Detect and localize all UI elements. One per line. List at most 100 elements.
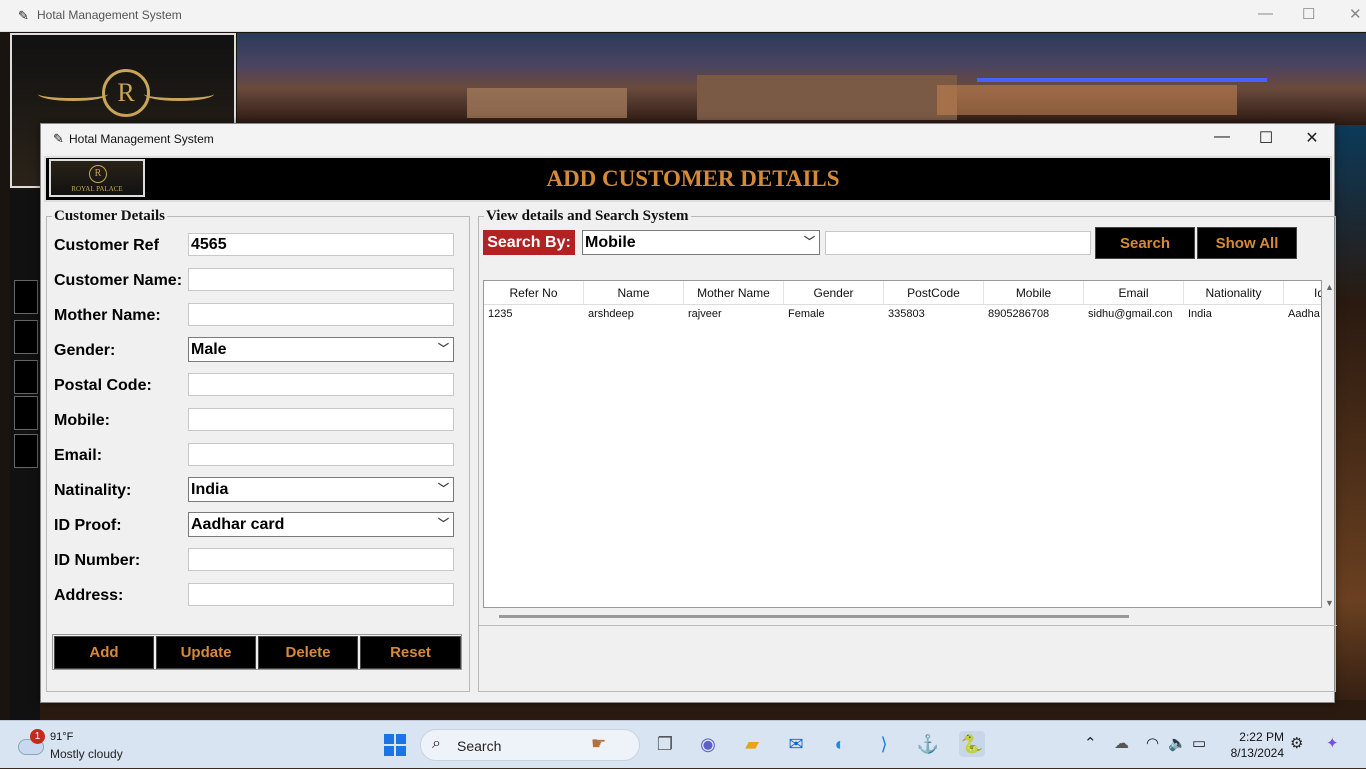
background-image-bottom: [40, 700, 1366, 720]
customer-details-legend: Customer Details: [52, 208, 167, 225]
chat-icon[interactable]: ◉: [695, 731, 721, 757]
email-input[interactable]: [188, 443, 454, 466]
chevron-down-icon: ﹀: [438, 518, 449, 530]
settings-icon[interactable]: ⚙: [1290, 734, 1303, 752]
onedrive-cloud-icon[interactable]: ☁: [1114, 734, 1129, 752]
column-header[interactable]: Id: [1284, 281, 1321, 305]
header-bar: R ROYAL PALACE ADD CUSTOMER DETAILS: [44, 156, 1332, 202]
taskbar-search-placeholder: Search: [457, 738, 502, 754]
sql-workbench-icon[interactable]: ⚓: [915, 731, 941, 757]
mobile-label: Mobile:: [54, 412, 110, 429]
id-proof-select[interactable]: Aadhar card ﹀: [188, 512, 454, 537]
background-menu-strip: [10, 190, 40, 720]
reset-button[interactable]: Reset: [360, 636, 461, 669]
taskbar-clock[interactable]: 2:22 PM 8/13/2024: [1220, 729, 1284, 761]
battery-icon[interactable]: ▭: [1192, 734, 1206, 752]
address-label: Address:: [54, 587, 124, 604]
weather-temp: 91°F: [50, 731, 74, 743]
clock-time: 2:22 PM: [1239, 730, 1284, 744]
start-button[interactable]: [384, 734, 406, 756]
python-icon[interactable]: 🐍: [959, 731, 985, 757]
gender-select[interactable]: Male ﹀: [188, 337, 454, 362]
search-legend: View details and Search System: [484, 208, 691, 225]
address-input[interactable]: [188, 583, 454, 606]
edge-browser-icon[interactable]: ◐: [827, 731, 853, 757]
table-cell: 8905286708: [988, 308, 1050, 320]
customer-name-label: Customer Name:: [54, 272, 183, 289]
customer-name-input[interactable]: [188, 268, 454, 291]
weather-widget[interactable]: 1 91°F Mostly cloudy: [18, 729, 128, 763]
taskbar-search[interactable]: ⌕ Search ☛: [420, 729, 640, 761]
column-header[interactable]: PostCode: [884, 281, 984, 305]
notification-badge: 1: [30, 729, 45, 744]
hotel-banner-image: [237, 33, 1366, 125]
chevron-down-icon: ﹀: [438, 483, 449, 495]
search-frame: View details and Search System Search By…: [478, 208, 1337, 692]
close-button[interactable]: ✕: [1349, 5, 1362, 23]
customer-ref-input[interactable]: 4565: [188, 233, 454, 256]
search-by-select[interactable]: Mobile ﹀: [582, 230, 820, 255]
scroll-up-icon[interactable]: ▲: [1325, 282, 1334, 292]
background-window-title: Hotal Management System: [37, 8, 182, 22]
mobile-input[interactable]: [188, 408, 454, 431]
column-header[interactable]: Mother Name: [684, 281, 784, 305]
update-button[interactable]: Update: [156, 636, 256, 669]
wifi-icon[interactable]: ◠: [1146, 734, 1159, 752]
copilot-icon[interactable]: ✦: [1326, 734, 1339, 752]
scroll-down-icon[interactable]: ▼: [1325, 598, 1334, 608]
feather-icon: ✎: [53, 131, 64, 146]
background-image-edge: [1334, 125, 1366, 720]
chevron-down-icon: ﹀: [804, 236, 815, 248]
id-proof-value: Aadhar card: [191, 516, 285, 533]
column-header[interactable]: Nationality: [1184, 281, 1284, 305]
table-header: Refer No Name Mother Name Gender PostCod…: [484, 281, 1321, 305]
search-button[interactable]: Search: [1095, 227, 1195, 259]
file-explorer-icon[interactable]: ▰: [739, 731, 765, 757]
nationality-select[interactable]: India ﹀: [188, 477, 454, 502]
column-header[interactable]: Gender: [784, 281, 884, 305]
column-header[interactable]: Refer No: [484, 281, 584, 305]
maximize-button[interactable]: ☐: [1251, 128, 1281, 148]
vertical-scrollbar[interactable]: ▲ ▼: [1322, 280, 1337, 608]
add-button[interactable]: Add: [54, 636, 154, 669]
search-icon: ⌕: [432, 735, 441, 752]
postal-code-input[interactable]: [188, 373, 454, 396]
search-highlight-icon: ☛: [591, 734, 607, 753]
table-cell: arshdeep: [588, 308, 634, 320]
column-header[interactable]: Mobile: [984, 281, 1084, 305]
search-input[interactable]: [825, 231, 1091, 255]
table-cell: India: [1188, 308, 1212, 320]
chevron-up-icon[interactable]: ⌃: [1084, 734, 1097, 752]
mother-name-label: Mother Name:: [54, 307, 161, 324]
horizontal-scrollbar[interactable]: [499, 615, 1129, 618]
minimize-button[interactable]: —: [1207, 128, 1237, 146]
column-header[interactable]: Name: [584, 281, 684, 305]
close-button[interactable]: ✕: [1297, 128, 1327, 148]
feather-icon: ✎: [18, 8, 29, 23]
table-cell: 1235: [488, 308, 513, 320]
task-view-icon[interactable]: ❐: [652, 731, 678, 757]
table-cell: sidhu@gmail.con: [1088, 308, 1173, 320]
customer-ref-label: Customer Ref: [54, 237, 159, 254]
table-cell: Female: [788, 308, 825, 320]
window-title: Hotal Management System: [69, 132, 214, 146]
id-number-input[interactable]: [188, 548, 454, 571]
logo-letter: R: [102, 69, 150, 117]
search-by-label: Search By:: [483, 230, 575, 255]
volume-icon[interactable]: 🔈: [1168, 734, 1187, 752]
column-header[interactable]: Email: [1084, 281, 1184, 305]
weather-desc: Mostly cloudy: [50, 747, 123, 761]
vscode-icon[interactable]: ⟩: [871, 731, 897, 757]
table-cell: Aadha: [1288, 308, 1320, 320]
postal-code-label: Postal Code:: [54, 377, 152, 394]
mother-name-input[interactable]: [188, 303, 454, 326]
mail-icon[interactable]: ✉: [783, 731, 809, 757]
maximize-button[interactable]: ☐: [1302, 5, 1315, 23]
delete-button[interactable]: Delete: [258, 636, 358, 669]
nationality-label: Natinality:: [54, 482, 132, 499]
gender-value: Male: [191, 341, 227, 358]
table-cell: rajveer: [688, 308, 722, 320]
show-all-button[interactable]: Show All: [1197, 227, 1297, 259]
customer-table[interactable]: Refer No Name Mother Name Gender PostCod…: [483, 280, 1322, 608]
minimize-button[interactable]: —: [1258, 5, 1273, 22]
